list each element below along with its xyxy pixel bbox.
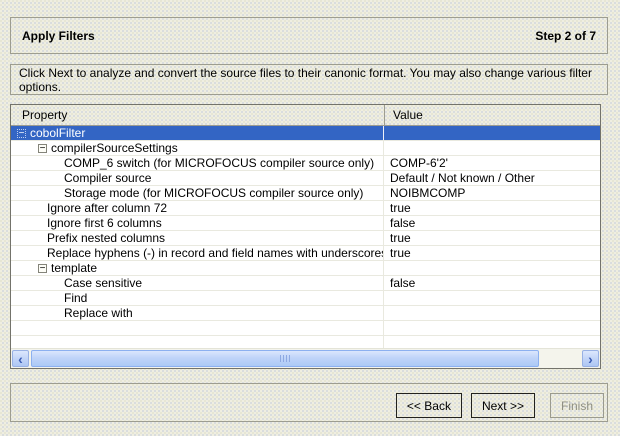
chevron-right-icon: › xyxy=(588,352,593,366)
table-row[interactable]: − template xyxy=(11,261,600,276)
scroll-right-button[interactable]: › xyxy=(582,350,599,367)
value-cell: false xyxy=(384,216,600,230)
scrollbar-grip-icon xyxy=(280,355,291,362)
column-header-value[interactable]: Value xyxy=(384,105,600,125)
wizard-header: Apply Filters Step 2 of 7 xyxy=(10,17,608,54)
table-row[interactable] xyxy=(11,321,600,336)
property-label: COMP_6 switch (for MICROFOCUS compiler s… xyxy=(64,156,374,170)
value-cell: NOIBMCOMP xyxy=(384,186,600,200)
table-row[interactable]: − cobolFilter xyxy=(11,126,600,141)
column-header-property[interactable]: Property xyxy=(11,105,384,125)
step-indicator: Step 2 of 7 xyxy=(535,29,596,43)
property-cell: Ignore after column 72 xyxy=(11,201,384,215)
table-row[interactable]: Prefix nested columns true xyxy=(11,231,600,246)
property-label: Ignore first 6 columns xyxy=(47,216,162,230)
property-label: Find xyxy=(64,291,87,305)
table-row[interactable]: COMP_6 switch (for MICROFOCUS compiler s… xyxy=(11,156,600,171)
filter-options-table: Property Value − cobolFilter − compilerS… xyxy=(10,104,601,369)
table-row[interactable]: Case sensitive false xyxy=(11,276,600,291)
property-label: Case sensitive xyxy=(64,276,142,290)
property-label: Storage mode (for MICROFOCUS compiler so… xyxy=(64,186,363,200)
table-row[interactable] xyxy=(11,336,600,348)
value-cell: Default / Not known / Other xyxy=(384,171,600,185)
value-label: Default / Not known / Other xyxy=(390,171,535,185)
table-row[interactable]: Ignore after column 72 true xyxy=(11,201,600,216)
value-cell: true xyxy=(384,246,600,260)
property-label: Replace with xyxy=(64,306,133,320)
value-cell: COMP-6'2' xyxy=(384,156,600,170)
table-row[interactable]: Ignore first 6 columns false xyxy=(11,216,600,231)
collapse-icon[interactable]: − xyxy=(38,144,47,153)
value-label: true xyxy=(390,246,411,260)
property-cell xyxy=(11,336,384,348)
property-label: Ignore after column 72 xyxy=(47,201,167,215)
property-cell: Storage mode (for MICROFOCUS compiler so… xyxy=(11,186,384,200)
scrollbar-thumb[interactable] xyxy=(31,350,539,367)
property-label: compilerSourceSettings xyxy=(51,141,178,155)
table-row[interactable]: Replace hyphens (-) in record and field … xyxy=(11,246,600,261)
table-row[interactable]: Replace with xyxy=(11,306,600,321)
value-cell: false xyxy=(384,276,600,290)
value-cell xyxy=(384,261,600,275)
page-title: Apply Filters xyxy=(22,29,95,43)
wizard-dialog: Apply Filters Step 2 of 7 Click Next to … xyxy=(0,0,620,436)
horizontal-scrollbar[interactable]: ‹ › xyxy=(11,348,600,368)
property-cell: Replace with xyxy=(11,306,384,320)
instruction-panel: Click Next to analyze and convert the so… xyxy=(10,64,608,95)
property-cell: Case sensitive xyxy=(11,276,384,290)
property-cell xyxy=(11,321,384,335)
property-label: Prefix nested columns xyxy=(47,231,165,245)
instruction-text: Click Next to analyze and convert the so… xyxy=(19,66,599,94)
property-cell: − cobolFilter xyxy=(11,126,384,140)
collapse-icon[interactable]: − xyxy=(38,264,47,273)
property-cell: Replace hyphens (-) in record and field … xyxy=(11,246,384,260)
button-panel: << Back Next >> Finish xyxy=(10,383,608,422)
table-row[interactable]: − compilerSourceSettings xyxy=(11,141,600,156)
value-cell xyxy=(384,291,600,305)
value-cell xyxy=(384,306,600,320)
property-cell: Find xyxy=(11,291,384,305)
property-label: Replace hyphens (-) in record and field … xyxy=(47,246,384,260)
value-cell xyxy=(384,141,600,155)
value-cell: true xyxy=(384,201,600,215)
value-cell: true xyxy=(384,231,600,245)
property-cell: Prefix nested columns xyxy=(11,231,384,245)
property-label: cobolFilter xyxy=(30,126,85,140)
value-cell xyxy=(384,336,600,348)
table-row[interactable]: Storage mode (for MICROFOCUS compiler so… xyxy=(11,186,600,201)
collapse-icon[interactable]: − xyxy=(17,129,26,138)
value-label: NOIBMCOMP xyxy=(390,186,465,200)
value-cell xyxy=(384,321,600,335)
scrollbar-track[interactable] xyxy=(29,350,582,367)
property-label: Compiler source xyxy=(64,171,151,185)
value-label: false xyxy=(390,276,415,290)
chevron-left-icon: ‹ xyxy=(18,352,23,366)
property-cell: COMP_6 switch (for MICROFOCUS compiler s… xyxy=(11,156,384,170)
property-cell: Compiler source xyxy=(11,171,384,185)
finish-button[interactable]: Finish xyxy=(550,393,604,418)
next-button[interactable]: Next >> xyxy=(471,393,535,418)
back-button[interactable]: << Back xyxy=(396,393,462,418)
value-label: COMP-6'2' xyxy=(390,156,448,170)
property-label: template xyxy=(51,261,97,275)
table-row[interactable]: Find xyxy=(11,291,600,306)
table-header-row: Property Value xyxy=(11,105,600,126)
property-cell: − compilerSourceSettings xyxy=(11,141,384,155)
value-label: false xyxy=(390,216,415,230)
property-cell: − template xyxy=(11,261,384,275)
value-label: true xyxy=(390,201,411,215)
table-body: − cobolFilter − compilerSourceSettings C… xyxy=(11,126,600,348)
property-cell: Ignore first 6 columns xyxy=(11,216,384,230)
scroll-left-button[interactable]: ‹ xyxy=(12,350,29,367)
value-label: true xyxy=(390,231,411,245)
value-cell xyxy=(384,126,600,140)
table-row[interactable]: Compiler source Default / Not known / Ot… xyxy=(11,171,600,186)
